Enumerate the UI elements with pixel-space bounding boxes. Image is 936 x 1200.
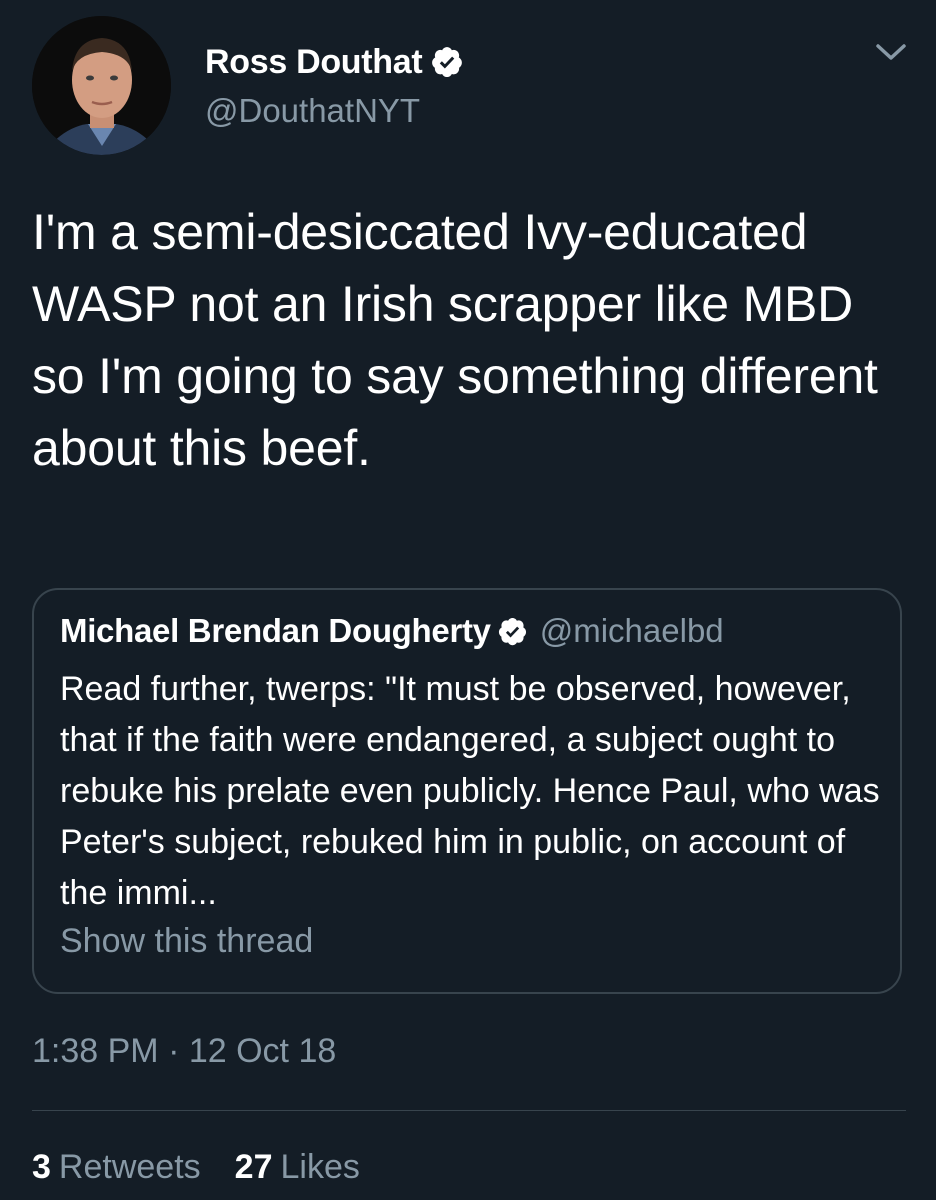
divider [32, 1110, 906, 1111]
likes-stat[interactable]: 27 Likes [235, 1148, 360, 1187]
avatar[interactable] [32, 16, 171, 155]
show-thread-link[interactable]: Show this thread [60, 922, 313, 961]
quoted-author-name[interactable]: Michael Brendan Dougherty [60, 612, 491, 650]
likes-label: Likes [280, 1148, 360, 1186]
quoted-tweet[interactable]: Michael Brendan Dougherty @michaelbd Rea… [32, 588, 902, 994]
tweet-timestamp[interactable]: 1:38 PM · 12 Oct 18 [32, 1032, 336, 1071]
tweet-stats: 3 Retweets 27 Likes [32, 1148, 360, 1187]
author-name[interactable]: Ross Douthat [205, 43, 423, 82]
quoted-author[interactable]: Michael Brendan Dougherty @michaelbd [60, 612, 724, 650]
tweet-author[interactable]: Ross Douthat @DouthatNYT [205, 40, 464, 130]
likes-count: 27 [234, 1148, 273, 1186]
verified-badge-icon [430, 45, 464, 79]
tweet-text: I'm a semi-desiccated Ivy-educated WASP … [32, 204, 878, 476]
chevron-down-icon[interactable] [874, 40, 908, 64]
retweets-count: 3 [32, 1148, 51, 1186]
retweets-stat[interactable]: 3 Retweets [32, 1148, 201, 1187]
author-handle[interactable]: @DouthatNYT [205, 92, 464, 130]
retweets-label: Retweets [58, 1148, 201, 1186]
avatar-image [32, 16, 171, 155]
verified-badge-icon [497, 616, 528, 647]
tweet-card: Ross Douthat @DouthatNYT I'm a semi-desi… [0, 0, 936, 1200]
quoted-author-handle[interactable]: @michaelbd [540, 612, 724, 650]
quoted-tweet-text: Read further, twerps: "It must be observ… [60, 670, 880, 912]
